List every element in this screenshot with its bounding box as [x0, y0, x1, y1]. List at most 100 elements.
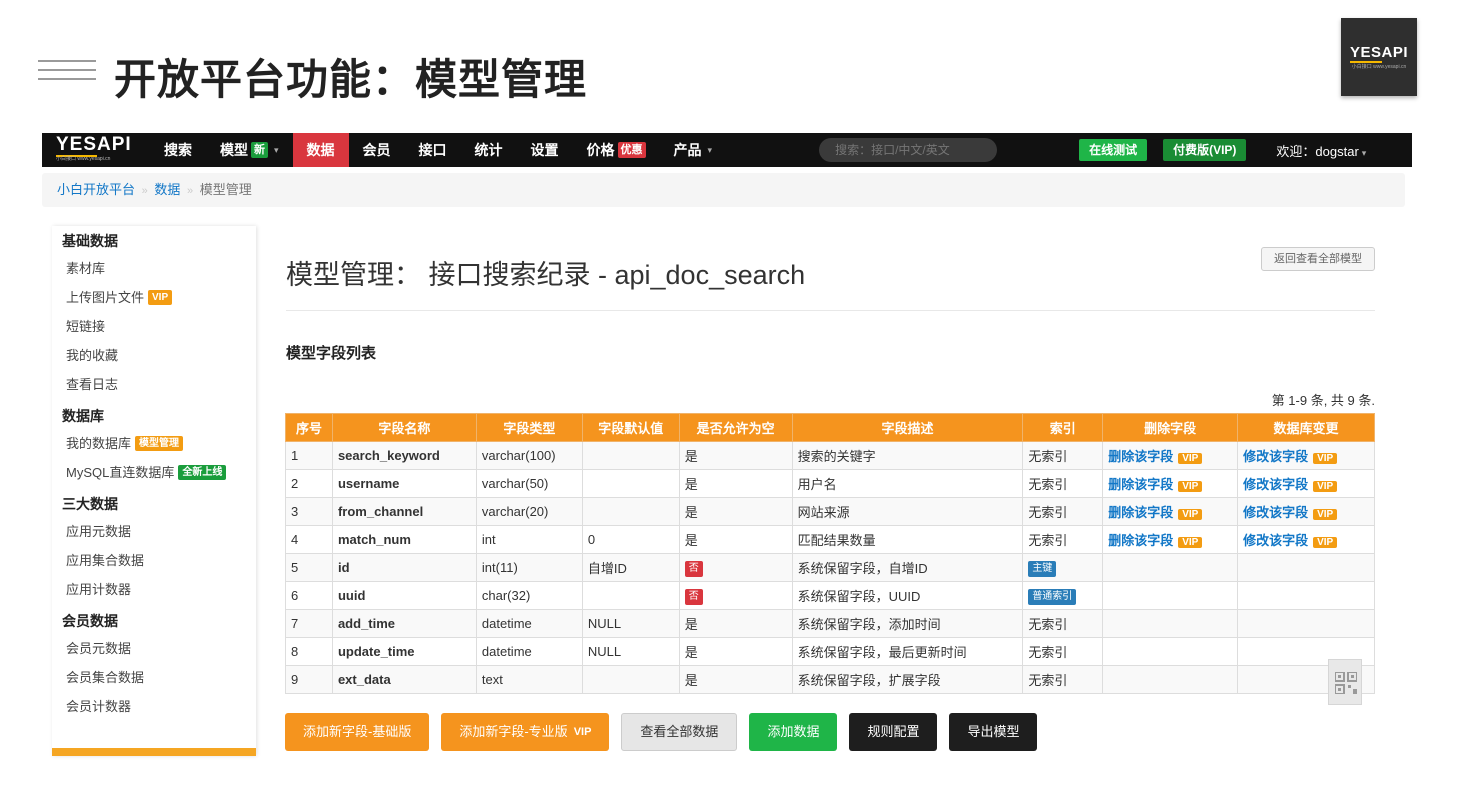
cell-nullable: 是	[678, 441, 793, 470]
vip-tag: VIP	[1178, 480, 1203, 492]
cell-desc: 系统保留字段，自增ID	[791, 553, 1024, 582]
cell-nullable: 是	[678, 637, 793, 666]
nav-item-5[interactable]: 统计	[461, 133, 517, 167]
not-null-badge: 否	[684, 588, 703, 605]
sidebar-item[interactable]: 应用计数器	[52, 575, 256, 604]
delete-field-link[interactable]: 删除该字段	[1108, 505, 1173, 520]
cell-no: 5	[285, 553, 333, 582]
cell-mod: 修改该字段 VIP	[1237, 525, 1375, 554]
breadcrumb-home[interactable]: 小白开放平台	[57, 182, 135, 197]
breadcrumb: 小白开放平台 » 数据 » 模型管理	[42, 173, 1405, 207]
sidebar-item[interactable]: 我的收藏	[52, 341, 256, 370]
delete-field-link[interactable]: 删除该字段	[1108, 533, 1173, 548]
index-text: 无索引	[1028, 505, 1068, 520]
sidebar-item-label: 会员元数据	[66, 641, 132, 656]
cell-desc: 用户名	[791, 469, 1024, 498]
breadcrumb-data[interactable]: 数据	[154, 182, 180, 197]
cell-no: 7	[285, 609, 333, 638]
modify-field-link[interactable]: 修改该字段	[1243, 477, 1308, 492]
cell-no: 2	[285, 469, 333, 498]
nav-item-0[interactable]: 搜索	[150, 133, 206, 167]
sidebar-item-label: 短链接	[66, 319, 106, 334]
index-text: 无索引	[1028, 533, 1068, 548]
sidebar-item[interactable]: 会员集合数据	[52, 663, 256, 692]
cell-default: 0	[581, 525, 680, 554]
vip-tag: VIP	[1313, 536, 1338, 548]
cell-name: username	[331, 469, 477, 498]
chevron-down-icon: ▾	[274, 145, 279, 155]
nav-item-7[interactable]: 价格 优惠	[573, 133, 660, 167]
cell-desc: 匹配结果数量	[791, 525, 1024, 554]
cell-name: search_keyword	[331, 441, 477, 470]
sidebar-item[interactable]: 应用集合数据	[52, 546, 256, 575]
export-model-button[interactable]: 导出模型	[949, 713, 1038, 751]
nav-item-2[interactable]: 数据	[292, 133, 349, 167]
nav-item-8[interactable]: 产品 ▾	[660, 133, 727, 167]
sidebar-item[interactable]: 素材库	[52, 254, 256, 283]
vip-tag: VIP	[1313, 452, 1338, 464]
rules-config-button[interactable]: 规则配置	[849, 713, 938, 751]
sidebar-item[interactable]: MySQL直连数据库 全新上线	[52, 458, 256, 487]
back-to-all-models-button[interactable]: 返回查看全部模型	[1261, 247, 1375, 271]
cell-name: add_time	[331, 609, 477, 638]
sidebar-item-label: 上传图片文件	[66, 290, 145, 305]
nullable-text: 是	[684, 617, 698, 632]
welcome-text: 欢迎：dogstar	[1276, 143, 1359, 159]
search-input[interactable]	[819, 138, 998, 162]
nullable-text: 是	[684, 449, 698, 464]
nav-logo[interactable]: YESAPI 小白接口 www.yesapi.cn	[42, 133, 150, 167]
cell-index: 无索引	[1022, 497, 1104, 526]
sidebar-group-title: 三大数据	[62, 496, 118, 512]
sidebar-item[interactable]: 我的数据库 模型管理	[52, 429, 256, 458]
cell-type: varchar(20)	[475, 497, 583, 526]
add-field-pro-label: 添加新字段-专业版	[459, 724, 568, 739]
cell-no: 9	[285, 665, 333, 694]
delete-field-link[interactable]: 删除该字段	[1108, 449, 1173, 464]
qr-code-button[interactable]	[1328, 659, 1362, 705]
sidebar-item[interactable]: 上传图片文件 VIP	[52, 283, 256, 312]
cell-nullable: 是	[678, 609, 793, 638]
vip-button[interactable]: 付费版(VIP)	[1163, 139, 1247, 161]
column-header: 字段默认值	[581, 413, 680, 442]
cell-desc: 系统保留字段，UUID	[791, 581, 1024, 610]
table-row: 7 add_time datetime NULL 是 系统保留字段，添加时间 无索引	[285, 609, 1375, 638]
add-field-pro-button[interactable]: 添加新字段-专业版 VIP	[441, 713, 610, 751]
index-text: 无索引	[1028, 477, 1068, 492]
cell-index: 无索引	[1022, 441, 1104, 470]
nav-item-4[interactable]: 接口	[405, 133, 461, 167]
cell-default: NULL	[581, 637, 680, 666]
cell-del	[1102, 609, 1239, 638]
cell-del: 删除该字段 VIP	[1102, 469, 1239, 498]
modify-field-link[interactable]: 修改该字段	[1243, 505, 1308, 520]
sidebar-item[interactable]: 会员计数器	[52, 692, 256, 721]
modify-field-link[interactable]: 修改该字段	[1243, 449, 1308, 464]
column-header: 删除字段	[1102, 413, 1239, 442]
section-title: 模型字段列表	[286, 345, 377, 362]
cell-mod: 修改该字段 VIP	[1237, 469, 1375, 498]
slide-title: 开放平台功能：模型管理	[114, 55, 588, 104]
cell-del	[1102, 581, 1239, 610]
nav-item-3[interactable]: 会员	[349, 133, 405, 167]
user-menu[interactable]: 欢迎：dogstar ▾	[1276, 141, 1366, 160]
sidebar-item[interactable]: 应用元数据	[52, 517, 256, 546]
add-field-basic-button[interactable]: 添加新字段-基础版	[285, 713, 430, 751]
cell-nullable: 是	[678, 525, 793, 554]
sidebar-item[interactable]: 查看日志	[52, 370, 256, 399]
nav-item-1[interactable]: 模型新 ▾	[206, 133, 293, 167]
view-all-data-button[interactable]: 查看全部数据	[621, 713, 738, 751]
cell-index: 无索引	[1022, 469, 1104, 498]
logo-subtext: 小白接口 www.yesapi.cn	[1351, 64, 1407, 70]
online-test-button[interactable]: 在线测试	[1079, 139, 1148, 161]
cell-type: char(32)	[475, 581, 583, 610]
nav-item-6[interactable]: 设置	[517, 133, 573, 167]
modify-field-link[interactable]: 修改该字段	[1243, 533, 1308, 548]
delete-field-link[interactable]: 删除该字段	[1108, 477, 1173, 492]
cell-default: 自增ID	[581, 553, 680, 582]
cell-index: 无索引	[1022, 525, 1104, 554]
add-field-basic-label: 添加新字段-基础版	[303, 724, 412, 739]
sidebar-item-tag: 模型管理	[135, 436, 184, 451]
divider	[286, 310, 1375, 311]
sidebar-item[interactable]: 会员元数据	[52, 634, 256, 663]
sidebar-item[interactable]: 短链接	[52, 312, 256, 341]
add-data-button[interactable]: 添加数据	[749, 713, 838, 751]
